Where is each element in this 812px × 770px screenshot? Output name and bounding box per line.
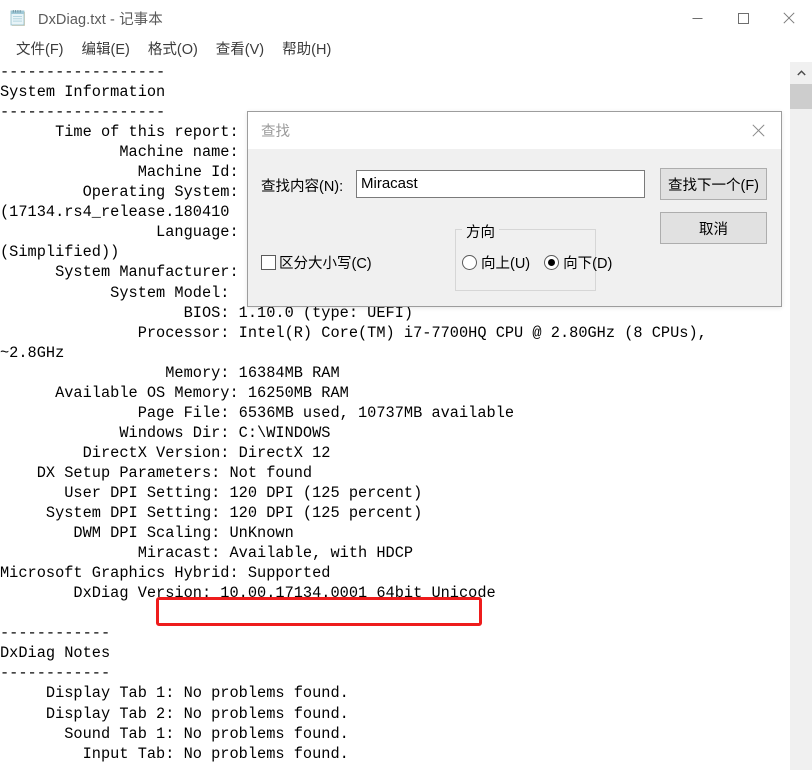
find-next-button[interactable]: 查找下一个(F) bbox=[660, 168, 767, 200]
document-line: ~2.8GHz bbox=[0, 343, 65, 362]
menu-bar: 文件(F) 编辑(E) 格式(O) 查看(V) 帮助(H) bbox=[0, 36, 812, 62]
document-line: DWM DPI Scaling: UnKnown bbox=[0, 524, 294, 543]
menu-file[interactable]: 文件(F) bbox=[7, 36, 73, 62]
notepad-icon bbox=[9, 8, 29, 28]
document-line: Processor: Intel(R) Core(TM) i7-7700HQ C… bbox=[0, 323, 707, 342]
radio-up-label: 向上(U) bbox=[481, 256, 531, 272]
menu-edit[interactable]: 编辑(E) bbox=[73, 36, 139, 62]
document-line: Available OS Memory: 16250MB RAM bbox=[0, 383, 349, 402]
document-line: DX Setup Parameters: Not found bbox=[0, 463, 313, 482]
maximize-button[interactable] bbox=[720, 0, 766, 36]
document-line: DirectX Version: DirectX 12 bbox=[0, 443, 331, 462]
minimize-icon bbox=[692, 17, 702, 19]
cancel-button[interactable]: 取消 bbox=[660, 212, 767, 244]
menu-view[interactable]: 查看(V) bbox=[207, 36, 273, 62]
document-line: Input Tab: No problems found. bbox=[0, 744, 349, 763]
document-line: System DPI Setting: 120 DPI (125 percent… bbox=[0, 504, 423, 523]
document-line: Display Tab 1: No problems found. bbox=[0, 684, 349, 703]
title-bar: DxDiag.txt - 记事本 bbox=[0, 0, 812, 36]
menu-help[interactable]: 帮助(H) bbox=[273, 36, 340, 62]
radio-down-mark bbox=[544, 255, 560, 270]
radio-direction-down[interactable]: 向下(D) bbox=[544, 252, 612, 273]
document-line: DxDiag Version: 10.00.17134.0001 64bit U… bbox=[0, 584, 496, 603]
find-dialog-title-bar: 查找 bbox=[248, 112, 781, 149]
document-line: ------------------ bbox=[0, 63, 166, 81]
vertical-scrollbar[interactable] bbox=[790, 62, 812, 770]
document-line: Windows Dir: C:\WINDOWS bbox=[0, 423, 331, 442]
document-line: ------------ bbox=[0, 624, 111, 643]
document-line: Miracast: Available, with HDCP bbox=[0, 544, 414, 563]
notepad-window: DxDiag.txt - 记事本 文件(F) 编辑(E) 格式(O) 查看(V)… bbox=[0, 0, 812, 770]
close-icon bbox=[783, 12, 795, 24]
document-line: Sound Tab 1: No problems found. bbox=[0, 724, 349, 743]
find-what-input[interactable]: Miracast bbox=[356, 170, 645, 198]
close-icon bbox=[751, 124, 765, 137]
document-line: ------------ bbox=[0, 664, 111, 683]
close-button[interactable] bbox=[766, 0, 812, 36]
window-title: DxDiag.txt - 记事本 bbox=[38, 11, 163, 28]
radio-direction-up[interactable]: 向上(U) bbox=[462, 252, 530, 273]
chevron-up-icon bbox=[796, 70, 806, 76]
document-line: Page File: 6536MB used, 10737MB availabl… bbox=[0, 403, 515, 422]
find-what-label: 查找内容(N): bbox=[261, 179, 344, 195]
match-case-check-mark bbox=[261, 255, 276, 270]
match-case-checkbox[interactable]: 区分大小写(C) bbox=[261, 252, 372, 273]
maximize-icon bbox=[737, 12, 749, 24]
document-line: Memory: 16384MB RAM bbox=[0, 363, 340, 382]
document-line: Display Tab 2: No problems found. bbox=[0, 704, 349, 723]
find-dialog-close-button[interactable] bbox=[735, 112, 781, 149]
document-line: System Information bbox=[0, 83, 166, 102]
radio-up-mark bbox=[462, 255, 477, 270]
minimize-button[interactable] bbox=[674, 0, 720, 36]
find-dialog: 查找 查找内容(N): Miracast 查找下一个(F) 取消 方向 向上(U… bbox=[247, 111, 782, 307]
radio-down-label: 向下(D) bbox=[563, 256, 613, 272]
find-dialog-body: 查找内容(N): Miracast 查找下一个(F) 取消 方向 向上(U) 向… bbox=[248, 149, 781, 306]
find-dialog-title: 查找 bbox=[261, 124, 290, 140]
menu-format[interactable]: 格式(O) bbox=[139, 36, 207, 62]
window-controls bbox=[674, 0, 812, 36]
scroll-up-button[interactable] bbox=[790, 62, 812, 84]
document-line: Microsoft Graphics Hybrid: Supported bbox=[0, 564, 331, 583]
scroll-thumb[interactable] bbox=[790, 84, 812, 109]
direction-radio-group: 向上(U) 向下(D) bbox=[462, 252, 626, 273]
match-case-label: 区分大小写(C) bbox=[279, 256, 372, 272]
direction-groupbox-label: 方向 bbox=[462, 221, 499, 242]
document-line: User DPI Setting: 120 DPI (125 percent) bbox=[0, 483, 423, 502]
document-line: DxDiag Notes bbox=[0, 644, 111, 663]
